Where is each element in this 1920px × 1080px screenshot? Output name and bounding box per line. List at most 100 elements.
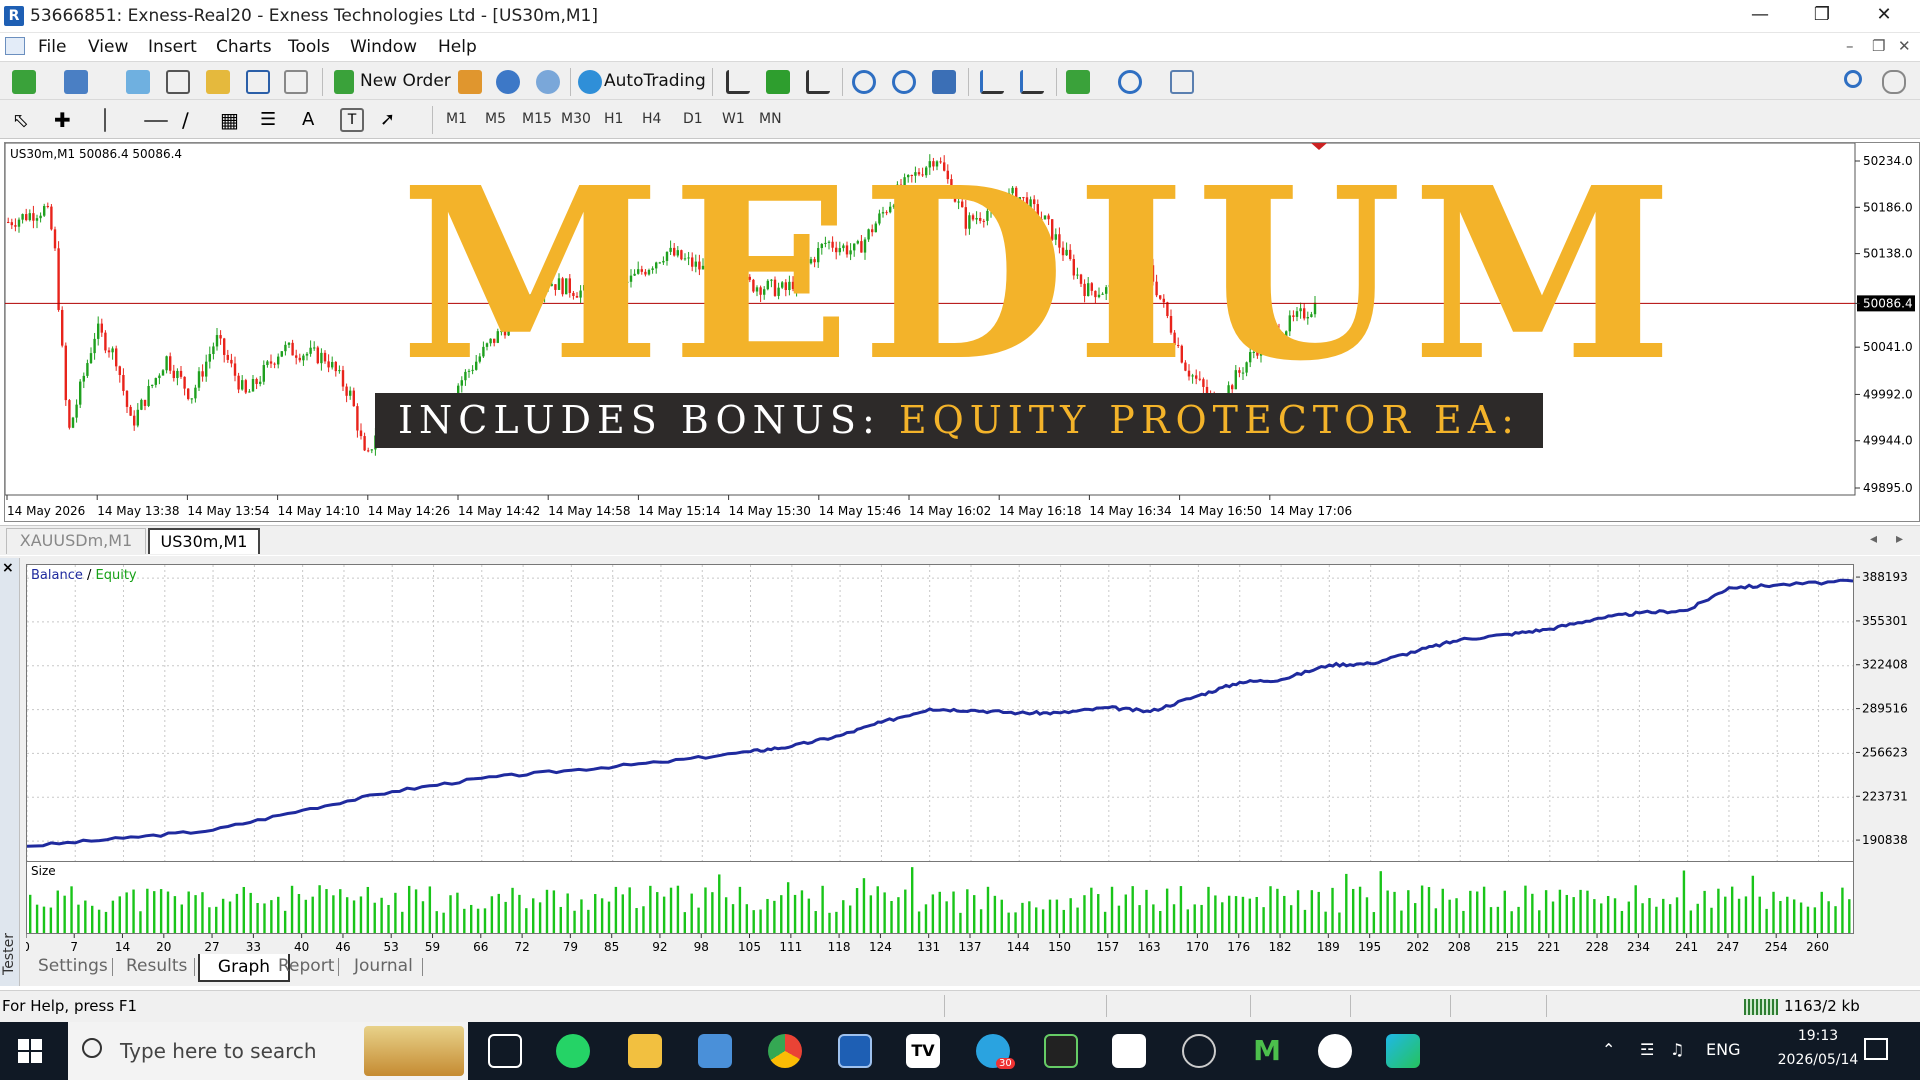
timeframe-mn[interactable]: MN <box>759 111 782 127</box>
clock-time[interactable]: 19:13 <box>1778 1028 1858 1044</box>
tradingview-icon[interactable]: TV <box>906 1034 940 1068</box>
menu-window[interactable]: Window <box>350 37 417 57</box>
line-chart-icon[interactable] <box>806 70 830 94</box>
size-bar <box>166 891 170 933</box>
mdi-minimize-button[interactable]: – <box>1846 37 1854 55</box>
timeframe-m30[interactable]: M30 <box>561 111 591 127</box>
size-bar <box>1386 890 1389 933</box>
candle-body <box>172 370 175 379</box>
size-bar <box>683 912 687 933</box>
text-icon[interactable]: A <box>302 108 326 132</box>
vertical-line-icon[interactable] <box>104 108 106 132</box>
channel-icon[interactable]: ▦ <box>220 108 244 132</box>
text-label-icon[interactable]: T <box>340 108 364 132</box>
size-bar <box>1476 891 1479 933</box>
timeframe-h1[interactable]: H1 <box>604 111 623 127</box>
timeframe-h4[interactable]: H4 <box>642 111 661 127</box>
mdi-close-button[interactable]: ✕ <box>1898 37 1911 55</box>
terminal-app-icon[interactable] <box>1044 1034 1078 1068</box>
chart-tab-xauusdm[interactable]: XAUUSDm,M1 <box>6 528 146 554</box>
media-player-icon[interactable] <box>1318 1034 1352 1068</box>
search-icon[interactable] <box>1844 70 1862 88</box>
market-icon[interactable] <box>536 70 560 94</box>
tester-tab-results[interactable]: Results <box>126 956 187 976</box>
timeframe-w1[interactable]: W1 <box>722 111 745 127</box>
size-histogram[interactable]: Size <box>26 861 1854 934</box>
taskbar-search[interactable]: Type here to search <box>68 1022 468 1080</box>
tile-windows-icon[interactable] <box>932 70 956 94</box>
balance-graph[interactable]: Balance / Equity <box>26 564 1854 864</box>
menu-charts[interactable]: Charts <box>216 37 272 57</box>
candlestick-icon[interactable] <box>766 70 790 94</box>
clock-date[interactable]: 2026/05/14 <box>1756 1052 1880 1068</box>
arrows-icon[interactable]: ➚ <box>380 108 404 132</box>
menu-help[interactable]: Help <box>438 37 477 57</box>
bar-chart-icon[interactable] <box>726 70 750 94</box>
strategy-tester-icon[interactable] <box>284 70 308 94</box>
cursor-icon[interactable]: ⬁ <box>12 108 36 132</box>
timeframe-m15[interactable]: M15 <box>522 111 552 127</box>
metatrader-taskbar-icon[interactable] <box>838 1034 872 1068</box>
tray-chevron-icon[interactable]: ⌃ <box>1602 1040 1615 1059</box>
minimize-button[interactable]: — <box>1730 0 1790 33</box>
app-arrow-icon[interactable] <box>1386 1034 1420 1068</box>
volume-icon[interactable]: ♫ <box>1670 1040 1684 1059</box>
file-explorer-icon[interactable] <box>628 1034 662 1068</box>
network-app-icon[interactable] <box>698 1034 732 1068</box>
terminal-icon[interactable] <box>246 70 270 94</box>
close-button[interactable]: ✕ <box>1854 0 1914 33</box>
new-chart-icon[interactable] <box>12 70 36 94</box>
auto-scroll-icon[interactable] <box>1020 70 1044 94</box>
mdi-restore-button[interactable]: ❐ <box>1872 37 1885 55</box>
menu-file[interactable]: File <box>38 37 66 57</box>
signals-icon[interactable] <box>496 70 520 94</box>
network-icon[interactable]: ☲ <box>1640 1040 1654 1059</box>
chrome-icon[interactable] <box>768 1034 802 1068</box>
timeframe-m1[interactable]: M1 <box>446 111 467 127</box>
periods-icon[interactable] <box>1118 70 1142 94</box>
new-order-button[interactable]: New Order <box>360 71 451 91</box>
metaeditor-icon[interactable] <box>458 70 482 94</box>
size-bar <box>594 894 597 933</box>
windows-start-icon[interactable] <box>18 1039 42 1063</box>
candle-body <box>341 370 345 387</box>
templates-icon[interactable] <box>1170 70 1194 94</box>
task-view-icon[interactable] <box>488 1034 522 1068</box>
trendline-icon[interactable]: ∕ <box>182 108 206 132</box>
notifications-icon[interactable] <box>1864 1038 1888 1060</box>
menu-view[interactable]: View <box>88 37 128 57</box>
profiles-icon[interactable] <box>64 70 88 94</box>
app-a-icon[interactable] <box>1112 1034 1146 1068</box>
crosshair-tool-icon[interactable]: ✚ <box>54 108 78 132</box>
obs-icon[interactable] <box>1182 1034 1216 1068</box>
fibonacci-icon[interactable]: ☰ <box>260 108 284 132</box>
timeframe-m5[interactable]: M5 <box>485 111 506 127</box>
whatsapp-icon[interactable] <box>556 1034 590 1068</box>
crosshair-icon[interactable] <box>166 70 190 94</box>
horizontal-line-icon[interactable] <box>144 120 168 122</box>
tester-tab-journal[interactable]: Journal <box>354 956 413 976</box>
navigator-icon[interactable] <box>206 70 230 94</box>
menu-insert[interactable]: Insert <box>148 37 197 57</box>
tester-tab-settings[interactable]: Settings <box>38 956 108 976</box>
chat-icon[interactable] <box>1882 70 1906 94</box>
scroll-left-icon[interactable]: ◂ <box>1870 531 1877 547</box>
menu-tools[interactable]: Tools <box>288 37 330 57</box>
language-indicator[interactable]: ENG <box>1706 1040 1740 1059</box>
zoom-out-icon[interactable] <box>892 70 916 94</box>
tester-tab-report[interactable]: Report <box>278 956 334 976</box>
indicators-icon[interactable] <box>1066 70 1090 94</box>
x-axis-label: 27 <box>204 940 219 954</box>
scroll-right-icon[interactable]: ▸ <box>1896 531 1903 547</box>
chart-shift-icon[interactable] <box>980 70 1004 94</box>
close-tester-icon[interactable]: × <box>2 560 14 576</box>
zoom-in-icon[interactable] <box>852 70 876 94</box>
app-m-icon[interactable]: M <box>1250 1034 1284 1068</box>
size-bar <box>414 889 418 933</box>
market-watch-icon[interactable] <box>126 70 150 94</box>
tester-tab-graph[interactable]: Graph <box>198 954 290 982</box>
timeframe-d1[interactable]: D1 <box>683 111 703 127</box>
autotrading-button[interactable]: AutoTrading <box>604 71 706 91</box>
chart-tab-us30m[interactable]: US30m,M1 <box>148 528 260 554</box>
maximize-button[interactable]: ❐ <box>1792 0 1852 33</box>
